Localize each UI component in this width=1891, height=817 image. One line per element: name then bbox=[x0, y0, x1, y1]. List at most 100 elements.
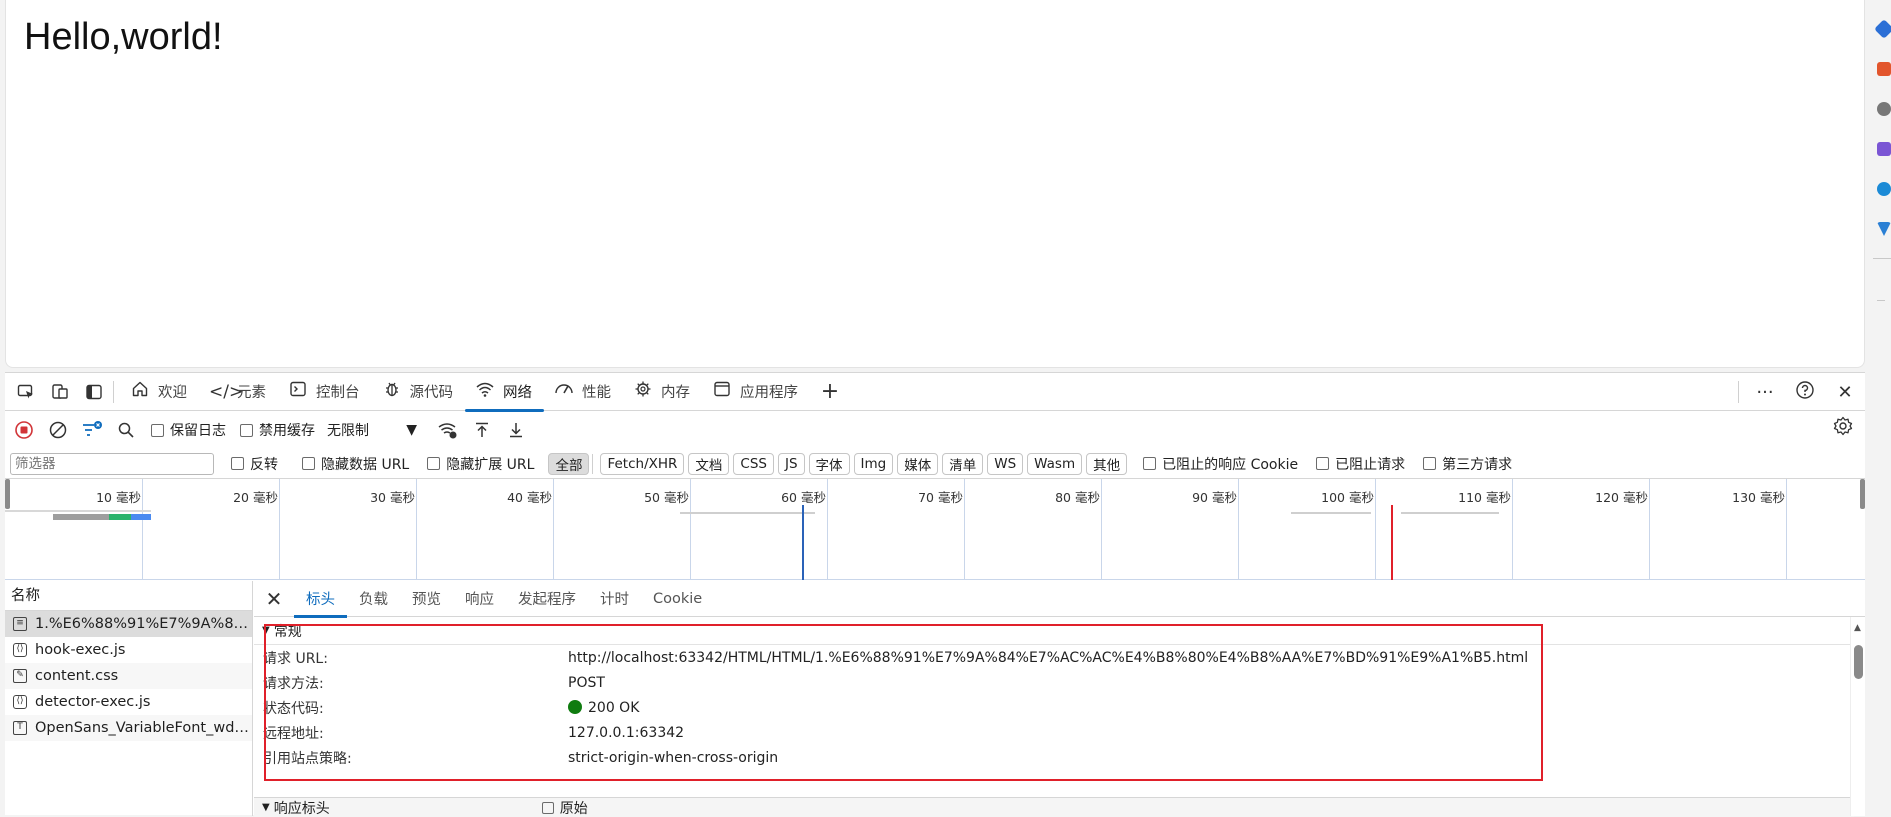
hide-data-urls-checkbox[interactable]: 隐藏数据 URL bbox=[302, 454, 409, 474]
hide-data-urls-box[interactable] bbox=[302, 457, 315, 470]
timeline-tick-label: 90 毫秒 bbox=[1157, 487, 1237, 506]
type-filter-img[interactable]: Img bbox=[854, 453, 894, 475]
type-filter-css[interactable]: CSS bbox=[733, 453, 774, 475]
tab-headers[interactable]: 标头 bbox=[294, 581, 347, 617]
header-key: 状态代码: bbox=[254, 698, 568, 718]
browser-sidebar bbox=[1870, 0, 1891, 815]
sidebar-copilot-icon[interactable] bbox=[1874, 19, 1891, 39]
blocked-requests-box[interactable] bbox=[1316, 457, 1329, 470]
hide-extension-urls-box[interactable] bbox=[427, 457, 440, 470]
blocked-requests-checkbox[interactable]: 已阻止请求 bbox=[1316, 454, 1405, 474]
sidebar-games-icon[interactable] bbox=[1877, 142, 1891, 156]
type-filter-media[interactable]: 媒体 bbox=[897, 453, 938, 475]
record-stop-icon[interactable] bbox=[7, 415, 41, 445]
request-row[interactable]: ⟨⟩ detector-exec.js bbox=[5, 689, 252, 715]
tab-response[interactable]: 响应 bbox=[453, 581, 506, 617]
blocked-response-cookies-box[interactable] bbox=[1143, 457, 1156, 470]
tab-performance[interactable]: 性能 bbox=[544, 373, 623, 411]
timeline-load-marker bbox=[1391, 505, 1393, 580]
timeline-tick-label: 110 毫秒 bbox=[1431, 487, 1511, 506]
tab-cookies[interactable]: Cookie bbox=[641, 581, 714, 617]
tab-timing[interactable]: 计时 bbox=[588, 581, 641, 617]
code-icon: </> bbox=[209, 382, 229, 402]
third-party-requests-box[interactable] bbox=[1423, 457, 1436, 470]
header-row: 引用站点策略: strict-origin-when-cross-origin bbox=[254, 745, 1865, 770]
sidebar-add-icon[interactable] bbox=[1877, 300, 1885, 301]
blocked-response-cookies-checkbox[interactable]: 已阻止的响应 Cookie bbox=[1143, 454, 1298, 474]
filter-input[interactable] bbox=[10, 453, 214, 475]
third-party-requests-checkbox[interactable]: 第三方请求 bbox=[1423, 454, 1512, 474]
type-filter-fetch-xhr[interactable]: Fetch/XHR bbox=[600, 453, 684, 475]
tab-application[interactable]: 应用程序 bbox=[702, 373, 810, 411]
timeline-tick-label: 10 毫秒 bbox=[61, 487, 141, 506]
sidebar-person-icon[interactable] bbox=[1877, 102, 1891, 116]
preserve-log-checkbox[interactable]: 保留日志 bbox=[151, 420, 226, 440]
detail-scrollbar[interactable]: ▲ bbox=[1850, 617, 1865, 816]
disable-cache-box[interactable] bbox=[240, 424, 253, 437]
network-settings-icon[interactable] bbox=[1833, 416, 1853, 441]
export-har-icon[interactable] bbox=[499, 415, 533, 445]
close-detail-icon[interactable]: ✕ bbox=[254, 587, 294, 611]
clear-log-icon[interactable] bbox=[41, 415, 75, 445]
type-filter-other[interactable]: 其他 bbox=[1086, 453, 1127, 475]
timeline-tick-label: 70 毫秒 bbox=[883, 487, 963, 506]
general-section-header[interactable]: ▼ 常规 bbox=[254, 617, 1865, 645]
tab-payload[interactable]: 负载 bbox=[347, 581, 400, 617]
sidebar-divider bbox=[1873, 258, 1891, 259]
type-filter-all[interactable]: 全部 bbox=[548, 453, 589, 475]
search-icon[interactable] bbox=[109, 415, 143, 445]
dock-side-icon[interactable] bbox=[81, 379, 107, 405]
network-timeline[interactable]: 10 毫秒 20 毫秒 30 毫秒 40 毫秒 50 毫秒 60 毫秒 70 毫… bbox=[5, 479, 1865, 580]
invert-checkbox[interactable]: 反转 bbox=[231, 454, 278, 474]
type-filter-manifest[interactable]: 清单 bbox=[942, 453, 983, 475]
filter-toggle-icon[interactable] bbox=[75, 415, 109, 445]
sidebar-send-icon[interactable] bbox=[1877, 222, 1891, 236]
type-filter-font[interactable]: 字体 bbox=[809, 453, 850, 475]
hide-extension-urls-checkbox[interactable]: 隐藏扩展 URL bbox=[427, 454, 534, 474]
tab-console[interactable]: 控制台 bbox=[278, 373, 372, 411]
type-filter-js[interactable]: JS bbox=[778, 453, 805, 475]
tab-memory[interactable]: 内存 bbox=[623, 373, 702, 411]
header-row: 远程地址: 127.0.0.1:63342 bbox=[254, 720, 1865, 745]
expand-triangle-icon: ▼ bbox=[262, 802, 270, 813]
request-list: 名称 ≡ 1.%E6%88%91%E7%9A%84%E7%AC%AC%E4%B8… bbox=[5, 581, 253, 816]
tab-preview[interactable]: 预览 bbox=[400, 581, 453, 617]
close-devtools-icon[interactable]: ✕ bbox=[1825, 382, 1865, 403]
sidebar-tools-icon[interactable] bbox=[1877, 182, 1891, 196]
header-value: POST bbox=[568, 675, 605, 691]
timeline-domcontentloaded-marker bbox=[802, 505, 804, 580]
request-row[interactable]: ≡ 1.%E6%88%91%E7%9A%84%E7%AC%AC%E4%B8%80… bbox=[5, 611, 252, 637]
tab-sources[interactable]: 源代码 bbox=[372, 373, 466, 411]
preserve-log-box[interactable] bbox=[151, 424, 164, 437]
raw-headers-box[interactable] bbox=[542, 802, 554, 814]
timeline-left-handle[interactable] bbox=[5, 479, 10, 509]
request-row[interactable]: ✎ content.css bbox=[5, 663, 252, 689]
more-options-icon[interactable]: ··· bbox=[1745, 382, 1785, 403]
request-row[interactable]: ⟨⟩ hook-exec.js bbox=[5, 637, 252, 663]
timeline-right-handle[interactable] bbox=[1860, 479, 1865, 509]
response-headers-section-header[interactable]: ▼ 响应标头 原始 bbox=[254, 797, 1854, 817]
type-filter-wasm[interactable]: Wasm bbox=[1027, 453, 1082, 475]
add-tab-button[interactable]: + bbox=[810, 373, 860, 411]
timeline-download-bar bbox=[109, 514, 131, 520]
type-filter-ws[interactable]: WS bbox=[987, 453, 1023, 475]
inspect-element-icon[interactable] bbox=[13, 379, 39, 405]
type-filter-document[interactable]: 文档 bbox=[688, 453, 729, 475]
disable-cache-checkbox[interactable]: 禁用缓存 bbox=[240, 420, 315, 440]
invert-box[interactable] bbox=[231, 457, 244, 470]
tab-elements[interactable]: </> 元素 bbox=[199, 373, 278, 411]
device-emulation-icon[interactable] bbox=[47, 379, 73, 405]
tab-network[interactable]: 网络 bbox=[465, 373, 544, 411]
tab-initiator[interactable]: 发起程序 bbox=[506, 581, 588, 617]
help-icon[interactable] bbox=[1785, 380, 1825, 405]
scrollbar-thumb[interactable] bbox=[1854, 645, 1863, 679]
tab-welcome[interactable]: 欢迎 bbox=[120, 373, 199, 411]
import-har-icon[interactable] bbox=[465, 415, 499, 445]
request-row[interactable]: T OpenSans_VariableFont_wdth_wght.ttf bbox=[5, 715, 252, 741]
scroll-up-icon[interactable]: ▲ bbox=[1854, 623, 1861, 633]
sidebar-shopping-icon[interactable] bbox=[1877, 62, 1891, 76]
raw-headers-checkbox[interactable]: 原始 bbox=[542, 798, 588, 817]
name-column-header[interactable]: 名称 bbox=[5, 581, 252, 611]
network-conditions-icon[interactable] bbox=[431, 415, 465, 445]
throttling-select[interactable]: 无限制▼ bbox=[327, 420, 417, 440]
